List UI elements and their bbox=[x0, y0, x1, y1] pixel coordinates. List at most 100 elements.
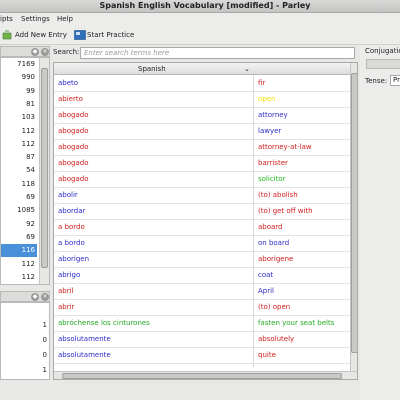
english-cell[interactable]: solicitor bbox=[258, 171, 348, 187]
table-row[interactable]: a bordo aboard bbox=[54, 219, 350, 236]
spanish-cell[interactable]: abrigo bbox=[58, 267, 248, 283]
lesson-count-row[interactable]: 69 bbox=[1, 231, 37, 244]
lesson-count-row[interactable]: 81 bbox=[1, 98, 37, 111]
table-row[interactable]: abrir (to) open bbox=[54, 299, 350, 316]
english-cell[interactable]: aboard bbox=[258, 219, 348, 235]
word-type-count-row[interactable] bbox=[1, 303, 49, 318]
lesson-count-row[interactable]: 99 bbox=[1, 85, 37, 98]
spanish-cell[interactable]: a bordo bbox=[58, 219, 248, 235]
english-cell[interactable]: (to) open bbox=[258, 299, 348, 315]
lesson-count-row[interactable]: 103 bbox=[1, 111, 37, 124]
spanish-cell[interactable]: abogado bbox=[58, 171, 248, 187]
english-cell[interactable]: coat bbox=[258, 267, 348, 283]
table-row[interactable]: abeto fir bbox=[54, 75, 350, 92]
lesson-count-row[interactable]: 112 bbox=[1, 138, 37, 151]
column-menu-chevron-icon[interactable]: ⌄ bbox=[244, 63, 250, 75]
table-row[interactable]: abogado attorney bbox=[54, 107, 350, 124]
spanish-cell[interactable]: abogado bbox=[58, 123, 248, 139]
lesson-count-row[interactable]: 112 bbox=[1, 125, 37, 138]
spanish-cell[interactable]: abierto bbox=[58, 91, 248, 107]
table-row[interactable]: abogado attorney-at-law bbox=[54, 139, 350, 156]
left-list-scrollbar[interactable] bbox=[39, 58, 49, 284]
english-cell[interactable]: aborigene bbox=[258, 251, 348, 267]
table-row[interactable]: aborigen aborigene bbox=[54, 251, 350, 268]
lesson-count-row[interactable]: 112 bbox=[1, 258, 37, 271]
spanish-cell[interactable]: abogado bbox=[58, 107, 248, 123]
english-cell[interactable]: barrister bbox=[258, 155, 348, 171]
english-cell[interactable]: attorney bbox=[258, 107, 348, 123]
spanish-cell[interactable]: a bordo bbox=[58, 235, 248, 251]
spanish-cell[interactable]: abril bbox=[58, 283, 248, 299]
column-header-spanish[interactable]: Spanish bbox=[138, 63, 166, 75]
lesson-count-row[interactable]: 1085 bbox=[1, 204, 37, 217]
tense-select[interactable]: Pr bbox=[390, 75, 400, 86]
spanish-cell[interactable]: absolutamente bbox=[58, 347, 248, 363]
menu-scripts[interactable]: ipts bbox=[0, 13, 13, 25]
english-cell[interactable]: quite bbox=[258, 347, 348, 363]
table-row[interactable]: abogado barrister bbox=[54, 155, 350, 172]
lesson-count-row[interactable]: 7169 bbox=[1, 58, 37, 71]
conjugation-control[interactable] bbox=[366, 59, 400, 69]
table-horizontal-scroll-thumb[interactable] bbox=[62, 373, 342, 379]
start-practice-button[interactable]: Start Practice bbox=[74, 28, 134, 42]
english-cell[interactable]: absolutely bbox=[258, 331, 348, 347]
english-cell[interactable]: (to) abolish bbox=[258, 187, 348, 203]
english-cell[interactable]: fir bbox=[258, 75, 348, 91]
spanish-cell[interactable]: abogado bbox=[58, 139, 248, 155]
lesson-count-row[interactable]: 87 bbox=[1, 151, 37, 164]
word-type-count-row[interactable]: 0 bbox=[1, 348, 49, 363]
word-type-count-list: 1001 bbox=[0, 302, 50, 380]
spanish-cell[interactable]: abeto bbox=[58, 75, 248, 91]
left-list-scroll-thumb[interactable] bbox=[41, 68, 48, 268]
lesson-count-row[interactable]: 92 bbox=[1, 218, 37, 231]
english-cell[interactable]: lawyer bbox=[258, 123, 348, 139]
conjugation-panel: Conjugation Tense: Pr bbox=[360, 45, 400, 400]
lesson-count-row[interactable]: 54 bbox=[1, 164, 37, 177]
add-entry-button[interactable]: Add New Entry bbox=[2, 28, 67, 42]
spanish-cell[interactable]: abrir bbox=[58, 299, 248, 315]
english-cell[interactable]: on board bbox=[258, 235, 348, 251]
table-row[interactable]: abróchense los cinturones fasten your sea… bbox=[54, 315, 350, 332]
table-row[interactable]: absolutamente quite bbox=[54, 347, 350, 364]
word-type-count-row[interactable]: 1 bbox=[1, 363, 49, 378]
lesson-count-row[interactable]: 116 bbox=[1, 244, 37, 258]
table-row[interactable]: abogado solicitor bbox=[54, 171, 350, 188]
table-vertical-scroll-thumb[interactable] bbox=[351, 73, 357, 353]
english-cell[interactable]: fasten your seat belts bbox=[258, 315, 348, 331]
menu-help[interactable]: Help bbox=[57, 13, 73, 25]
table-row[interactable]: absolutamente absolutely bbox=[54, 331, 350, 348]
spanish-cell[interactable]: abolir bbox=[58, 187, 248, 203]
spanish-cell[interactable]: absolutamente bbox=[58, 331, 248, 347]
add-entry-icon bbox=[2, 30, 12, 40]
english-cell[interactable]: (to) get off with bbox=[258, 203, 348, 219]
table-row[interactable]: abril April bbox=[54, 283, 350, 300]
spanish-cell[interactable]: abróchense los cinturones bbox=[58, 315, 248, 331]
table-horizontal-scrollbar[interactable] bbox=[54, 371, 357, 379]
spanish-cell[interactable]: aborigen bbox=[58, 251, 248, 267]
table-row[interactable]: abogado lawyer bbox=[54, 123, 350, 140]
table-row[interactable]: abordar (to) get off with bbox=[54, 203, 350, 220]
english-cell[interactable]: April bbox=[258, 283, 348, 299]
english-cell[interactable]: attorney-at-law bbox=[258, 139, 348, 155]
word-type-count-row[interactable]: 0 bbox=[1, 333, 49, 348]
dock-close-icon[interactable]: × bbox=[41, 293, 49, 301]
table-row[interactable]: a bordo on board bbox=[54, 235, 350, 252]
lesson-count-row[interactable]: 990 bbox=[1, 71, 37, 84]
lesson-count-row[interactable]: 69 bbox=[1, 191, 37, 204]
menu-settings[interactable]: Settings bbox=[21, 13, 50, 25]
word-type-count-row[interactable]: 1 bbox=[1, 318, 49, 333]
table-row[interactable]: abierto open bbox=[54, 91, 350, 108]
spanish-cell[interactable]: abogado bbox=[58, 155, 248, 171]
dock-float-icon[interactable]: ◆ bbox=[31, 48, 39, 56]
english-cell[interactable]: open bbox=[258, 91, 348, 107]
search-input[interactable]: Enter search terms here bbox=[80, 47, 355, 59]
window-title: Spanish English Vocabulary [modified] - … bbox=[0, 0, 400, 13]
table-row[interactable]: abolir (to) abolish bbox=[54, 187, 350, 204]
table-row[interactable]: abrigo coat bbox=[54, 267, 350, 284]
lesson-count-row[interactable]: 112 bbox=[1, 271, 37, 284]
table-vertical-scrollbar[interactable] bbox=[350, 63, 357, 371]
lesson-count-row[interactable]: 118 bbox=[1, 178, 37, 191]
spanish-cell[interactable]: abordar bbox=[58, 203, 248, 219]
dock-float-icon[interactable]: ◆ bbox=[31, 293, 39, 301]
dock-close-icon[interactable]: × bbox=[41, 48, 49, 56]
